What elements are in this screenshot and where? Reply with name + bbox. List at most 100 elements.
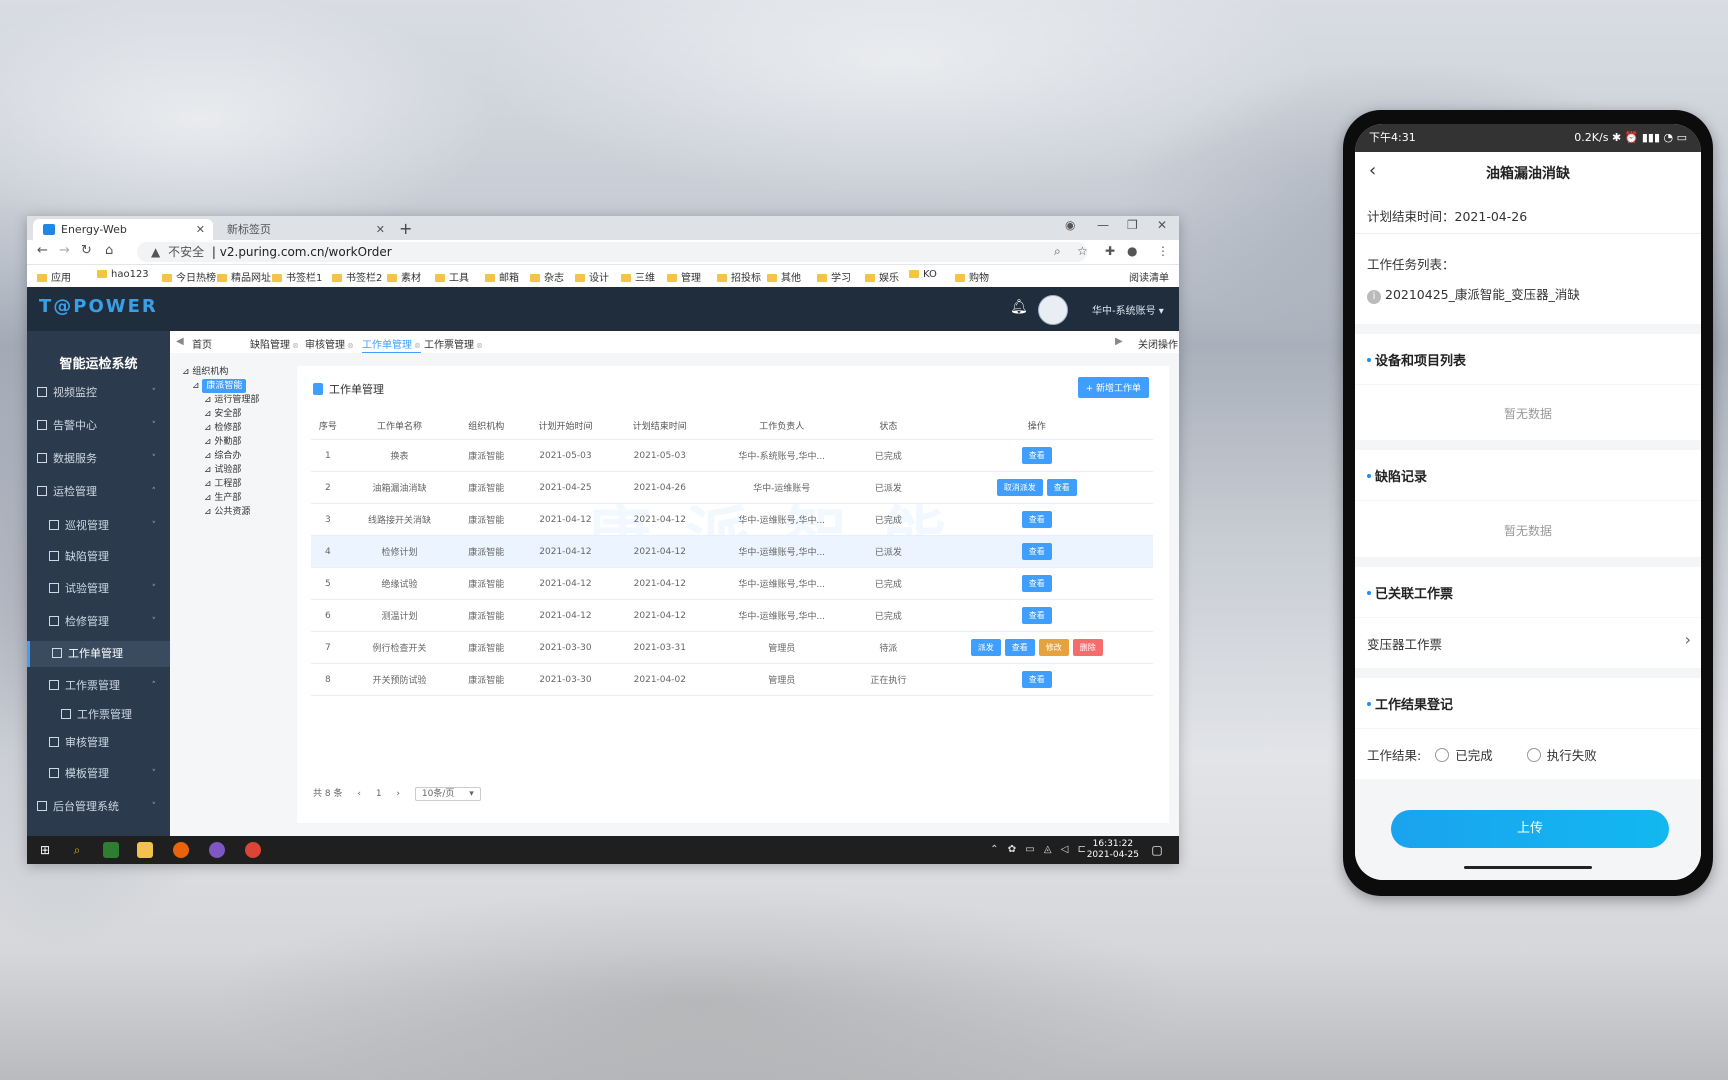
- bookmark-item[interactable]: 素材: [387, 269, 421, 284]
- bell-icon[interactable]: 🔔︎: [1010, 299, 1028, 315]
- close-ops-dropdown[interactable]: 关闭操作 ▾: [1138, 336, 1179, 351]
- search-icon[interactable]: ⌕: [69, 842, 85, 858]
- bookmark-item[interactable]: 三维: [621, 269, 655, 284]
- page-number[interactable]: 1: [376, 789, 382, 799]
- tree-node[interactable]: ⊿ 工程部: [182, 477, 292, 491]
- avatar[interactable]: [1038, 295, 1068, 325]
- bookmark-item[interactable]: 书签栏2: [332, 269, 382, 284]
- sidebar-item[interactable]: 工作票管理: [27, 702, 170, 728]
- tree-node[interactable]: ⊿ 检修部: [182, 421, 292, 435]
- table-row[interactable]: 1 换表 康派智能 2021-05-03 2021-05-03 华中-系统账号,华中...…: [311, 439, 1153, 472]
- sidebar-item[interactable]: 后台管理系统 ˅: [27, 794, 170, 820]
- prev-page-icon[interactable]: ‹: [357, 789, 361, 799]
- maximize-icon[interactable]: ❐: [1127, 218, 1138, 232]
- tree-node[interactable]: ⊿ 外勤部: [182, 435, 292, 449]
- table-row[interactable]: 4 检修计划 康派智能 2021-04-12 2021-04-12 华中-运维账号,华中.…: [311, 535, 1153, 568]
- forward-icon[interactable]: →: [59, 243, 70, 258]
- action-button[interactable]: 查看: [1021, 447, 1052, 464]
- sidebar-item[interactable]: 审核管理: [27, 730, 170, 756]
- tag-item[interactable]: 审核管理 ⊗: [305, 336, 354, 351]
- sidebar-item[interactable]: 试验管理 ˅: [27, 576, 170, 602]
- tags-next-icon[interactable]: ▶: [1115, 336, 1123, 347]
- tree-node[interactable]: ⊿ 生产部: [182, 491, 292, 505]
- page-size-select[interactable]: 10条/页 ▾: [414, 787, 481, 801]
- bookmark-star-icon[interactable]: ☆: [1077, 244, 1088, 258]
- app-icon[interactable]: [103, 842, 119, 858]
- chrome-icon[interactable]: [245, 842, 261, 858]
- menu-icon[interactable]: ⋮: [1157, 244, 1169, 258]
- action-button[interactable]: 查看: [1021, 575, 1052, 592]
- user-name[interactable]: 华中-系统账号 ▾: [1092, 302, 1164, 317]
- radio-done-label[interactable]: 已完成: [1455, 748, 1493, 763]
- action-button[interactable]: 修改: [1038, 639, 1069, 656]
- bookmark-item[interactable]: 招投标: [717, 269, 761, 284]
- action-button[interactable]: 查看: [1046, 479, 1077, 496]
- radio-fail-label[interactable]: 执行失败: [1547, 748, 1597, 763]
- extensions-icon[interactable]: ✚: [1105, 244, 1115, 258]
- close-tab-icon[interactable]: ✕: [196, 219, 205, 240]
- bookmark-item[interactable]: 购物: [955, 269, 989, 284]
- clock[interactable]: 16:31:22 2021-04-25: [1087, 839, 1139, 861]
- bookmark-item[interactable]: 杂志: [530, 269, 564, 284]
- bookmark-item[interactable]: 应用: [37, 269, 71, 284]
- tree-node[interactable]: ⊿ 组织机构: [182, 365, 292, 379]
- sidebar-item[interactable]: 缺陷管理: [27, 544, 170, 570]
- windows-start-icon[interactable]: ⊞: [37, 842, 53, 858]
- action-button[interactable]: 删除: [1072, 639, 1103, 656]
- bookmark-item[interactable]: 管理: [667, 269, 701, 284]
- reading-list[interactable]: 阅读清单: [1129, 269, 1169, 284]
- sidebar-item[interactable]: 检修管理 ˅: [27, 609, 170, 635]
- firefox-icon[interactable]: [173, 842, 189, 858]
- tree-node[interactable]: ⊿ 试验部: [182, 463, 292, 477]
- sidebar-item[interactable]: 运检管理 ˄: [27, 479, 170, 505]
- close-tag-icon[interactable]: ⊗: [476, 341, 483, 350]
- table-row[interactable]: 5 绝缘试验 康派智能 2021-04-12 2021-04-12 华中-运维账号,华中.…: [311, 567, 1153, 600]
- bookmark-item[interactable]: 工具: [435, 269, 469, 284]
- zoom-icon[interactable]: ⌕: [1054, 244, 1061, 259]
- minimize-icon[interactable]: —: [1097, 218, 1109, 232]
- action-button[interactable]: 查看: [1004, 639, 1035, 656]
- bookmark-item[interactable]: 今日热榜: [162, 269, 216, 284]
- action-button[interactable]: 查看: [1021, 511, 1052, 528]
- table-row[interactable]: 8 开关预防试验 康派智能 2021-03-30 2021-04-02 管理员 正在执行 查看: [311, 663, 1153, 696]
- table-row[interactable]: 7 例行检查开关 康派智能 2021-03-30 2021-03-31 管理员 待派 派发 查看…: [311, 631, 1153, 664]
- table-row[interactable]: 2 油箱漏油消缺 康派智能 2021-04-25 2021-04-26 华中-运维账号 已派…: [311, 471, 1153, 504]
- task-item[interactable]: i 20210425_康派智能_变压器_消缺: [1367, 284, 1580, 304]
- back-icon[interactable]: ←: [37, 243, 48, 258]
- new-tab-button[interactable]: +: [399, 219, 412, 238]
- next-page-icon[interactable]: ›: [396, 789, 400, 799]
- close-tab-icon[interactable]: ✕: [376, 219, 385, 240]
- action-button[interactable]: 查看: [1021, 671, 1052, 688]
- bookmark-item[interactable]: 学习: [817, 269, 851, 284]
- sidebar-item[interactable]: 模板管理 ˅: [27, 761, 170, 787]
- browser-icon[interactable]: [209, 842, 225, 858]
- upload-button[interactable]: 上传: [1391, 810, 1669, 848]
- home-icon[interactable]: ⌂: [105, 243, 113, 258]
- bookmark-item[interactable]: KO: [909, 269, 937, 280]
- browser-tab-active[interactable]: Energy-Web ✕: [33, 219, 213, 240]
- tag-item[interactable]: 缺陷管理 ⊗: [250, 336, 299, 351]
- tag-item[interactable]: 首页: [192, 336, 212, 351]
- close-tag-icon[interactable]: ⊗: [414, 341, 421, 350]
- account-icon[interactable]: ●: [1127, 244, 1137, 258]
- table-row[interactable]: 3 线路接开关消缺 康派智能 2021-04-12 2021-04-12 华中-运维账号,…: [311, 503, 1153, 536]
- tags-prev-icon[interactable]: ◀: [176, 336, 184, 347]
- bookmark-item[interactable]: 邮箱: [485, 269, 519, 284]
- bookmark-item[interactable]: 设计: [575, 269, 609, 284]
- radio-done[interactable]: [1435, 748, 1450, 762]
- sidebar-item[interactable]: 视频监控 ˅: [27, 380, 170, 406]
- tree-node[interactable]: ⊿ 公共资源: [182, 505, 292, 519]
- ticket-item-row[interactable]: 变压器工作票 ›: [1355, 618, 1701, 668]
- radio-fail[interactable]: [1526, 748, 1541, 762]
- sidebar-item[interactable]: 巡视管理 ˅: [27, 513, 170, 539]
- action-button[interactable]: 查看: [1021, 543, 1052, 560]
- action-button[interactable]: 派发: [970, 639, 1001, 656]
- profile-icon[interactable]: ◉: [1065, 218, 1075, 232]
- table-row[interactable]: 6 测温计划 康派智能 2021-04-12 2021-04-12 华中-运维账号,华中.…: [311, 599, 1153, 632]
- tree-node[interactable]: ⊿ 综合办: [182, 449, 292, 463]
- action-button[interactable]: 取消派发: [996, 479, 1043, 496]
- bookmark-item[interactable]: 书签栏1: [272, 269, 322, 284]
- close-window-icon[interactable]: ✕: [1157, 218, 1167, 232]
- close-tag-icon[interactable]: ⊗: [292, 341, 299, 350]
- sidebar-item[interactable]: 工作票管理 ˄: [27, 673, 170, 699]
